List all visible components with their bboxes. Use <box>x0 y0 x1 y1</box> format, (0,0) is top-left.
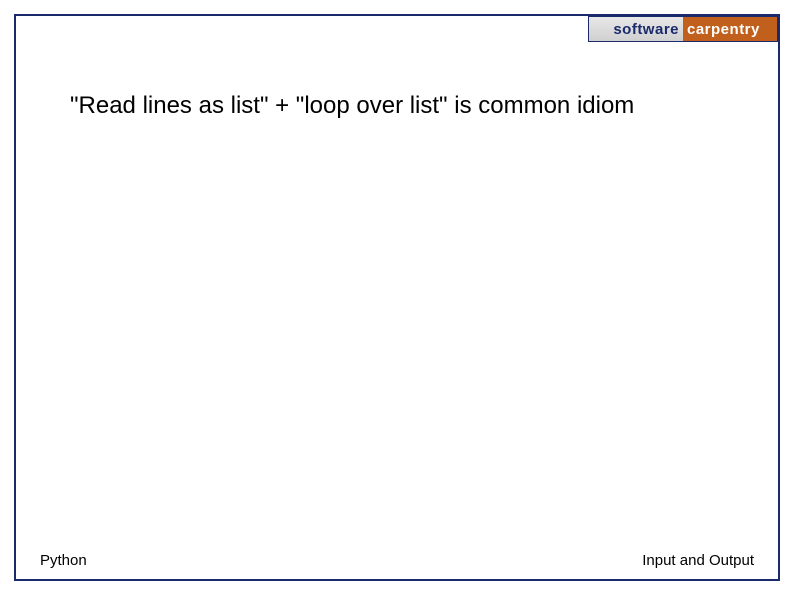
slide-body-text: "Read lines as list" + "loop over list" … <box>70 90 754 121</box>
logo-left-text: software <box>613 21 679 38</box>
logo: software carpentry <box>588 16 778 42</box>
logo-left-panel: software <box>589 17 683 41</box>
logo-right-panel: carpentry <box>683 17 777 41</box>
logo-right-text: carpentry <box>687 21 760 38</box>
footer-right: Input and Output <box>642 552 754 569</box>
footer-left: Python <box>40 552 87 569</box>
